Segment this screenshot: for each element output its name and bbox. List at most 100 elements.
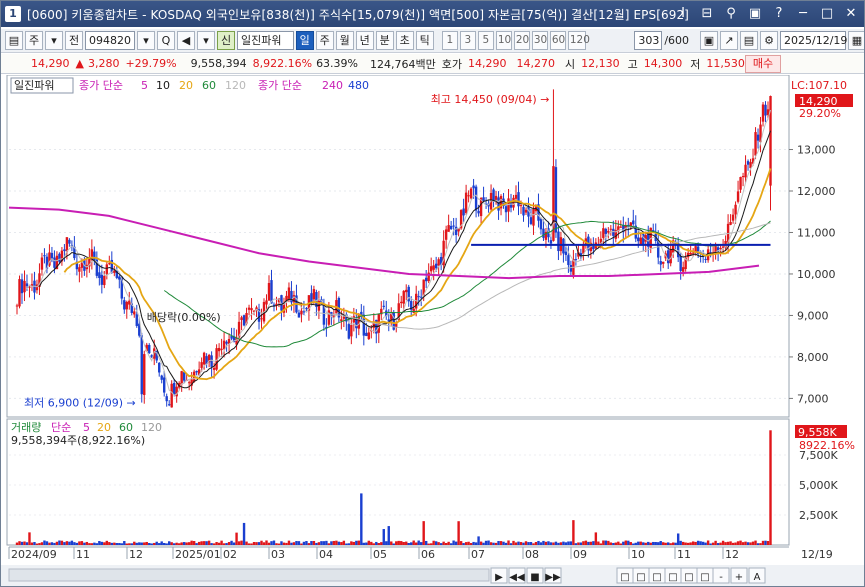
volume-bar	[402, 542, 405, 545]
volume-bar	[20, 541, 24, 545]
tile-icon[interactable]: ⊟	[698, 5, 716, 23]
candle-body	[68, 239, 71, 244]
period-day-tab[interactable]: 일	[295, 31, 314, 50]
volume-bar	[649, 542, 652, 545]
stock-code-input[interactable]: 094820	[85, 31, 135, 50]
minute-20-button[interactable]: 20	[513, 31, 530, 50]
volume-bar	[177, 543, 181, 545]
restore-icon[interactable]: ▣	[746, 5, 764, 23]
volume-bar	[412, 540, 415, 545]
candle-body	[200, 362, 203, 368]
close-icon[interactable]: ✕	[842, 5, 860, 23]
maximize-icon[interactable]: □	[818, 5, 836, 23]
minimize-icon[interactable]: ─	[794, 5, 812, 23]
period-week-tab[interactable]: 주	[315, 31, 334, 50]
low-annotation: 최저 6,900 (12/09) →	[24, 397, 136, 410]
scroll-right-icon[interactable]: ▶	[490, 567, 508, 584]
volume-bar	[492, 542, 495, 545]
stock-name-field[interactable]: 일진파워	[237, 31, 294, 50]
box-c-icon[interactable]: □	[680, 567, 698, 584]
candle-body	[123, 300, 126, 310]
minute-60-button[interactable]: 60	[549, 31, 566, 50]
volume-bar	[679, 540, 682, 545]
period-tick-tab[interactable]: 틱	[415, 31, 434, 50]
volume-bar	[594, 532, 598, 545]
control-label: □	[684, 572, 693, 583]
save-icon[interactable]: ▤	[740, 31, 758, 50]
period-month-tab[interactable]: 월	[335, 31, 354, 50]
stop-icon[interactable]: ■	[526, 567, 544, 584]
volume-bar	[691, 541, 695, 545]
menu-grid-icon[interactable]: ▤	[5, 31, 23, 50]
period-year-tab[interactable]: 년	[355, 31, 374, 50]
minute-1-button[interactable]: 1	[441, 31, 458, 50]
speaker-dropdown-icon[interactable]: ▾	[197, 31, 215, 50]
box-a-icon[interactable]: □	[648, 567, 666, 584]
x-tick-label: 06	[421, 548, 435, 561]
ma240-legend: 240	[322, 79, 343, 92]
control-label: +	[735, 572, 743, 583]
layout-icon[interactable]: ▣	[700, 31, 718, 50]
volume-bar	[614, 542, 618, 545]
volume-bar	[340, 542, 343, 545]
window-title: [0600] 키움종합차트 - KOSDAQ 외국인보유[838(천)] 주식수…	[27, 7, 689, 22]
volume-bar	[709, 543, 712, 545]
volume-bar	[734, 542, 737, 545]
candle-body	[195, 370, 198, 373]
code-dropdown-icon[interactable]: ▾	[137, 31, 155, 50]
speaker-icon[interactable]: ◀	[177, 31, 195, 50]
slider-a[interactable]: □	[616, 567, 634, 584]
volume-bar	[200, 541, 203, 545]
candle-body	[569, 265, 573, 272]
volume-bar	[749, 542, 752, 545]
market-type-button[interactable]: 주	[25, 31, 43, 50]
credit-badge[interactable]: 신	[217, 31, 235, 50]
date-input[interactable]: 2025/12/19	[780, 31, 847, 50]
volume-bar	[579, 542, 583, 545]
candle-body	[163, 377, 166, 393]
fast-forward-icon[interactable]: ▶▶	[544, 567, 562, 584]
candle-body	[212, 367, 216, 370]
minute-30-button[interactable]: 30	[531, 31, 548, 50]
volume-bar	[25, 542, 29, 545]
volume-bar	[741, 542, 745, 545]
zoom-in-button[interactable]: +	[730, 567, 748, 584]
market-dropdown-icon[interactable]: ▾	[45, 31, 63, 50]
font-button[interactable]: A	[748, 567, 766, 584]
rewind-icon[interactable]: ◀◀	[508, 567, 526, 584]
box-d-icon[interactable]: □	[696, 567, 714, 584]
volume-bar	[330, 541, 333, 545]
volume-bar	[544, 541, 548, 545]
period-minute-tab[interactable]: 분	[375, 31, 394, 50]
box-b-icon[interactable]: □	[664, 567, 682, 584]
info-icon[interactable]: I	[674, 5, 692, 23]
candle-body	[704, 258, 707, 260]
minute-10-button[interactable]: 10	[495, 31, 512, 50]
minute-5-button[interactable]: 5	[477, 31, 494, 50]
help-icon[interactable]: ?	[770, 5, 788, 23]
volume-bar	[504, 542, 508, 545]
candle-body	[679, 256, 682, 271]
candle-body	[604, 228, 608, 234]
candle-count-input[interactable]: 303	[634, 31, 663, 50]
volume-bar	[699, 541, 702, 545]
trend-icon[interactable]: ↗	[720, 31, 738, 50]
volume-bar	[167, 541, 171, 545]
gear-icon[interactable]: ⚙	[760, 31, 778, 50]
volume-bar	[422, 521, 425, 545]
candle-body	[347, 324, 351, 339]
calendar-icon[interactable]: ▦	[848, 31, 864, 50]
volume-bar	[647, 541, 650, 545]
slider-b[interactable]: □	[632, 567, 650, 584]
minute-120-button[interactable]: 120	[567, 31, 590, 50]
period-second-tab[interactable]: 초	[395, 31, 414, 50]
volume-bar	[285, 542, 288, 545]
zoom-out-button[interactable]: -	[712, 567, 730, 584]
pin-icon[interactable]: ⚲	[722, 5, 740, 23]
minute-3-button[interactable]: 3	[459, 31, 476, 50]
search-icon[interactable]: Q	[157, 31, 175, 50]
control-label: ▶	[495, 572, 503, 583]
all-button[interactable]: 전	[65, 31, 83, 50]
volume-bar	[716, 543, 720, 545]
buy-button[interactable]: 매수	[745, 55, 781, 73]
